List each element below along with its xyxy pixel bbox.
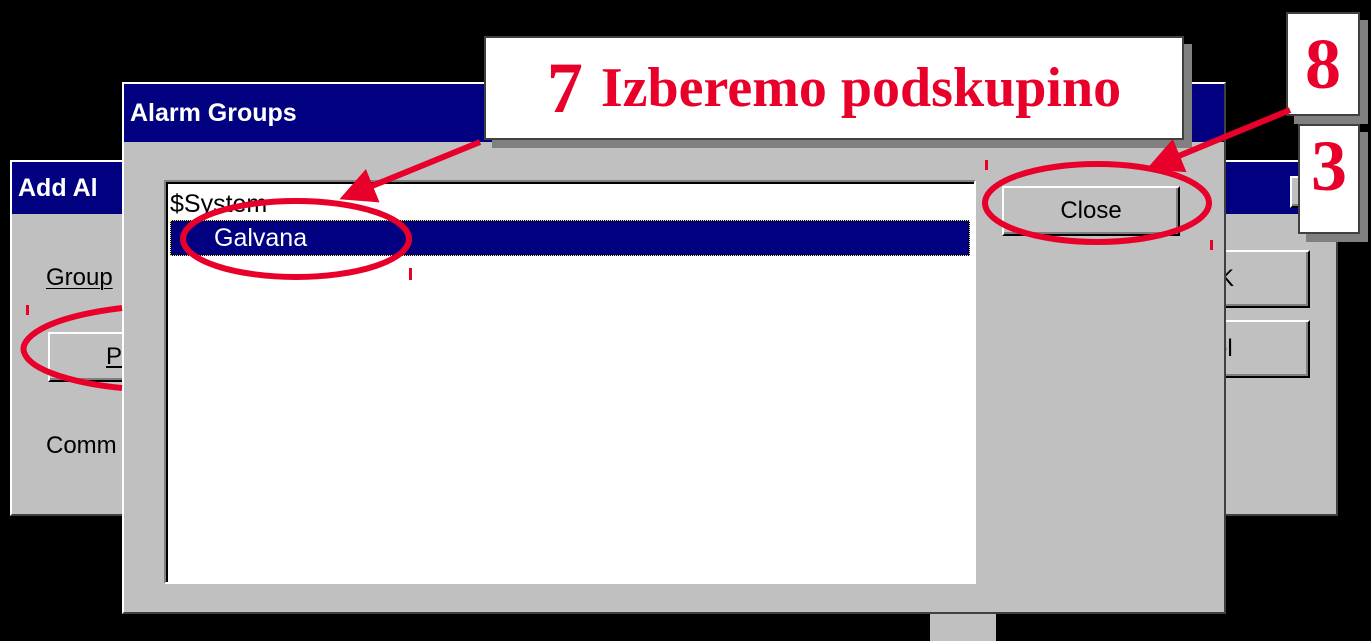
- close-button-label: Close: [1060, 197, 1122, 224]
- alarm-groups-dialog: Alarm Groups $System Galvana Close: [122, 82, 1226, 614]
- pick-button-label: P: [106, 343, 123, 370]
- alarm-groups-title: Alarm Groups: [130, 98, 297, 127]
- step-8-callout: 8: [1286, 12, 1360, 116]
- group-label: Group: [46, 264, 113, 291]
- background-window-fragment: [930, 612, 996, 641]
- close-button[interactable]: Close: [1002, 186, 1180, 236]
- list-item-system[interactable]: $System: [170, 186, 970, 222]
- step-7-number: 7: [546, 47, 583, 128]
- step-8-number: 8: [1305, 23, 1341, 104]
- step-9-callout: 3: [1298, 124, 1360, 234]
- step-7-text: Izberemo podskupino: [600, 57, 1122, 119]
- step-7-callout: 7 Izberemo podskupino: [484, 36, 1184, 140]
- step-9-number: 3: [1311, 126, 1347, 206]
- list-item-galvana[interactable]: Galvana: [170, 220, 970, 256]
- comment-label: Comm: [46, 432, 117, 459]
- alarm-groups-list[interactable]: $System Galvana: [164, 180, 976, 584]
- add-dialog-title: Add Al: [18, 173, 98, 202]
